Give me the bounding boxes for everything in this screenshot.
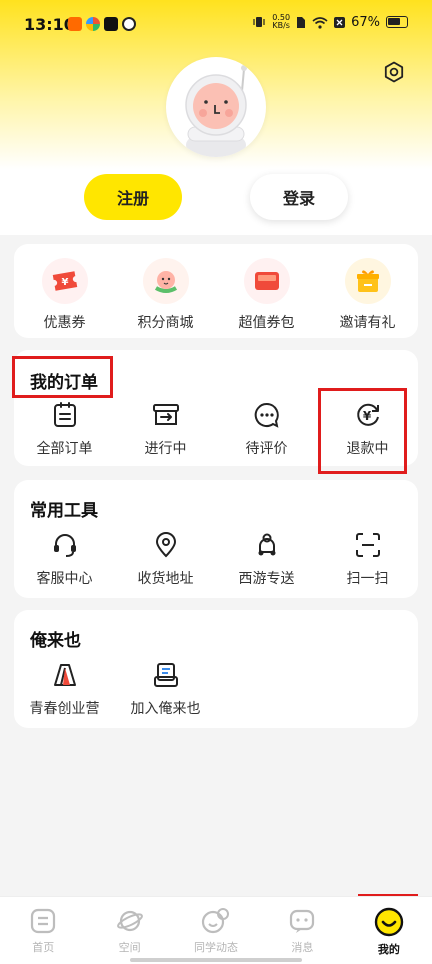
vibrate-icon (253, 17, 265, 27)
smiley-icon (374, 907, 404, 937)
tool-delivery[interactable]: 西游专送 (216, 530, 317, 588)
home-indicator (130, 958, 302, 962)
highlight-orders-title (12, 356, 113, 398)
settings-hexagon-icon[interactable] (382, 60, 406, 84)
tab-classmates[interactable]: 同学动态 (173, 897, 259, 964)
tool-address[interactable]: 收货地址 (115, 530, 216, 588)
wallet-icon (243, 258, 290, 304)
chat-bubble-icon (252, 400, 282, 430)
clipboard-icon (50, 400, 80, 430)
order-all[interactable]: 全部订单 (14, 400, 115, 458)
close-box-icon (334, 16, 346, 28)
tab-label: 空间 (118, 941, 141, 954)
app-icon (122, 17, 136, 31)
battery-icon (386, 16, 408, 28)
order-label: 全部订单 (36, 441, 93, 457)
anlaiye-youth-camp[interactable]: 青春创业营 (14, 660, 115, 718)
highlight-refunding (318, 388, 407, 474)
net-speed: 0.50 KB/s (272, 13, 291, 30)
coupon-icon: ¥ (41, 258, 88, 304)
benefit-label: 优惠券 (43, 315, 86, 331)
classmates-icon (201, 908, 230, 934)
login-button[interactable]: 登录 (250, 174, 348, 220)
tab-label: 首页 (32, 941, 55, 954)
battery-percent: 67% (351, 14, 380, 30)
box-arrow-icon (151, 400, 181, 430)
status-right: 0.50 KB/s 67% (252, 14, 408, 30)
message-icon (290, 909, 315, 933)
avatar[interactable] (166, 57, 266, 157)
order-label: 进行中 (144, 441, 187, 457)
tab-label: 我的 (377, 943, 400, 956)
join-doc-icon (151, 660, 181, 690)
benefit-coupon[interactable]: ¥ 优惠券 (14, 258, 115, 332)
tent-icon (50, 660, 80, 690)
anlaiye-label: 青春创业营 (29, 701, 100, 717)
sim-icon (297, 16, 306, 28)
home-icon (31, 908, 56, 934)
wifi-icon (312, 16, 328, 29)
tool-label: 扫一扫 (346, 571, 389, 587)
status-bar: 13:10 0.50 KB/s 67% (0, 0, 432, 52)
tool-label: 收货地址 (137, 571, 194, 587)
section-title: 俺来也 (30, 631, 81, 651)
order-to-review[interactable]: 待评价 (216, 400, 317, 458)
benefits-card: ¥ 优惠券 积分商城 超值券包 邀请有礼 (14, 244, 418, 338)
tab-space[interactable]: 空间 (86, 897, 172, 964)
common-tools-card: 常用工具 客服中心 收货地址 西游专送 扫一扫 (14, 480, 418, 598)
anlaiye-card: 俺来也 青春创业营 加入俺来也 (14, 610, 418, 728)
tab-label: 同学动态 (194, 941, 239, 954)
benefit-invite[interactable]: 邀请有礼 (317, 258, 418, 332)
tool-label: 西游专送 (238, 571, 295, 587)
tiktok-icon (104, 17, 118, 31)
planet-icon (116, 910, 143, 932)
tool-customer-service[interactable]: 客服中心 (14, 530, 115, 588)
order-in-progress[interactable]: 进行中 (115, 400, 216, 458)
bottom-tab-bar: 首页 空间 同学动态 消息 我的 (0, 896, 432, 964)
benefit-label: 积分商城 (137, 315, 194, 331)
peach-icon (142, 258, 189, 304)
tab-messages[interactable]: 消息 (259, 897, 345, 964)
scan-icon (353, 530, 383, 560)
benefit-label: 邀请有礼 (339, 315, 396, 331)
benefit-label: 超值券包 (238, 315, 295, 331)
benefit-points-mall[interactable]: 积分商城 (115, 258, 216, 332)
register-button[interactable]: 注册 (84, 174, 182, 220)
anlaiye-label: 加入俺来也 (130, 701, 201, 717)
scooter-icon (252, 530, 282, 560)
gift-icon (344, 258, 391, 304)
app-icon (86, 17, 100, 31)
location-pin-icon (151, 530, 181, 560)
anlaiye-join[interactable]: 加入俺来也 (115, 660, 216, 718)
headset-icon (50, 530, 80, 560)
svg-text:¥: ¥ (61, 277, 68, 288)
tab-mine[interactable]: 我的 (346, 897, 432, 964)
astronaut-avatar-icon (185, 65, 247, 157)
order-label: 待评价 (245, 441, 288, 457)
tab-home[interactable]: 首页 (0, 897, 86, 964)
tab-label: 消息 (291, 941, 314, 954)
section-title: 常用工具 (30, 501, 98, 521)
tool-label: 客服中心 (36, 571, 93, 587)
taobao-app-icon (68, 17, 82, 31)
benefit-coupon-pack[interactable]: 超值券包 (216, 258, 317, 332)
tool-scan[interactable]: 扫一扫 (317, 530, 418, 588)
